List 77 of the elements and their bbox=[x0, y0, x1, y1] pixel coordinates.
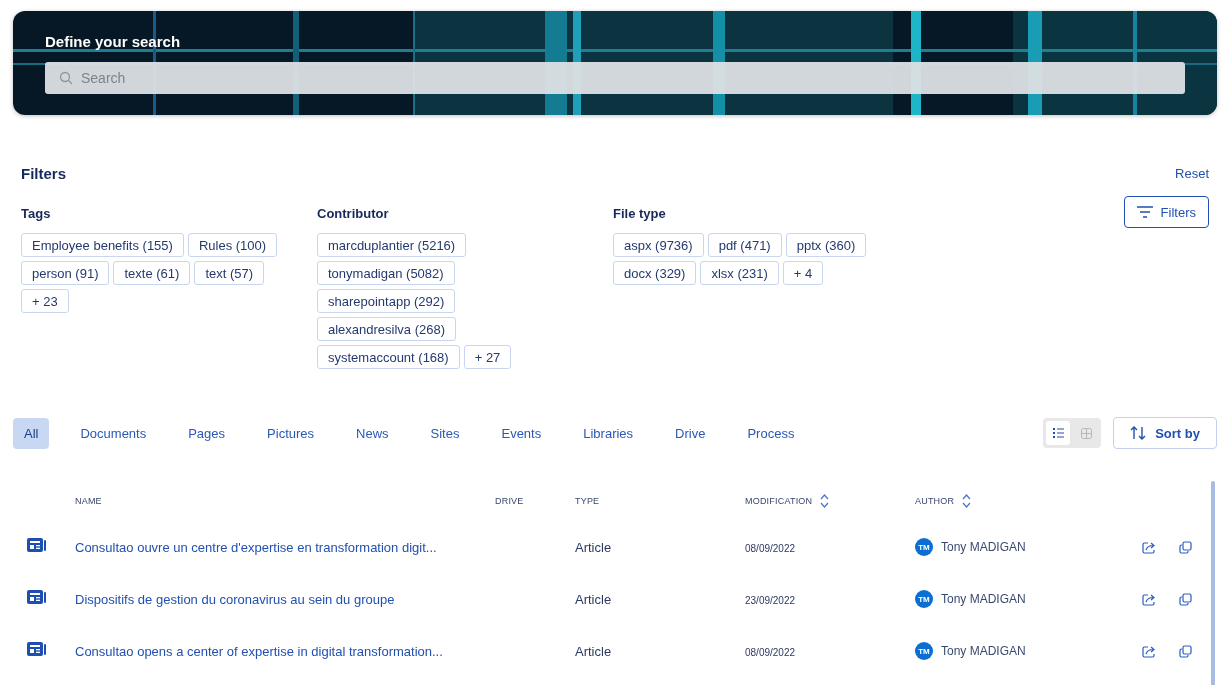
filter-chip[interactable]: pdf (471) bbox=[707, 233, 782, 257]
author-name: Tony MADIGAN bbox=[941, 540, 1026, 554]
document-link[interactable]: Dispositifs de gestion du coronavirus au sein du groupe bbox=[75, 592, 395, 607]
document-link[interactable]: Consultao ouvre un centre d'expertise en transformation digit... bbox=[75, 540, 437, 555]
table-cell: Article bbox=[575, 592, 612, 607]
share-icon bbox=[1141, 592, 1156, 606]
tab[interactable]: Libraries bbox=[572, 417, 645, 449]
search-field[interactable]: Search bbox=[45, 62, 1185, 94]
reset-link[interactable]: Reset bbox=[1175, 166, 1209, 181]
filters-heading: Filters bbox=[21, 165, 66, 182]
column-header: MODIFICATION bbox=[745, 496, 813, 506]
filter-chip[interactable]: text (57) bbox=[194, 261, 265, 285]
filter-chip[interactable]: Employee benefits (155) bbox=[21, 233, 184, 257]
search-title: Define your search bbox=[45, 33, 182, 50]
filter-chip[interactable]: systemaccount (168) bbox=[317, 345, 460, 369]
filter-group-title: File type bbox=[613, 206, 667, 221]
table-cell: 08/09/2022 bbox=[745, 543, 796, 554]
table-cell: Article bbox=[575, 540, 612, 555]
copy-button[interactable] bbox=[1177, 590, 1194, 608]
sort-button[interactable]: Sort by bbox=[1113, 417, 1217, 449]
sort-arrows-icon bbox=[820, 494, 830, 508]
table-cell: 08/09/2022 bbox=[745, 647, 796, 658]
filter-group-title: Contributor bbox=[317, 206, 390, 221]
column-header: TYPE bbox=[575, 496, 600, 506]
tab[interactable]: Documents bbox=[69, 417, 158, 449]
filter-chip[interactable]: Rules (100) bbox=[187, 233, 278, 257]
author-name: Tony MADIGAN bbox=[941, 592, 1026, 606]
share-icon bbox=[1141, 644, 1156, 658]
tab[interactable]: Process bbox=[736, 417, 806, 449]
filter-chip[interactable]: texte (61) bbox=[113, 261, 191, 285]
sort-icon bbox=[1130, 426, 1148, 440]
author-name: Tony MADIGAN bbox=[941, 644, 1026, 658]
filter-group-title: Tags bbox=[21, 206, 52, 221]
document-link[interactable]: Consultao opens a center of expertise in digital transformation... bbox=[75, 644, 443, 659]
column-header: NAME bbox=[75, 496, 102, 506]
list-icon bbox=[1052, 428, 1064, 438]
filter-chip[interactable]: xlsx (231) bbox=[700, 261, 779, 285]
filter-chip[interactable]: marcduplantier (5216) bbox=[317, 233, 467, 257]
sort-arrows-icon bbox=[962, 494, 972, 508]
filter-chip[interactable]: + 23 bbox=[21, 289, 69, 313]
filter-chip[interactable]: aspx (9736) bbox=[613, 233, 704, 257]
column-header: DRIVE bbox=[495, 496, 524, 506]
share-icon bbox=[1141, 540, 1156, 554]
filter-chip[interactable]: pptx (360) bbox=[785, 233, 867, 257]
news-icon bbox=[27, 642, 46, 656]
copy-icon bbox=[1179, 592, 1192, 606]
tab[interactable]: Events bbox=[490, 417, 553, 449]
copy-icon bbox=[1179, 644, 1192, 658]
table-cell: Article bbox=[575, 644, 612, 659]
avatar: TM bbox=[915, 538, 933, 556]
copy-button[interactable] bbox=[1177, 642, 1194, 660]
filter-chip[interactable]: person (91) bbox=[21, 261, 110, 285]
tab[interactable]: Drive bbox=[664, 417, 717, 449]
filter-chip[interactable]: tonymadigan (5082) bbox=[317, 261, 455, 285]
search-icon bbox=[59, 71, 73, 85]
filter-chip[interactable]: alexandresilva (268) bbox=[317, 317, 457, 341]
filters-button[interactable]: Filters bbox=[1123, 196, 1209, 228]
tab[interactable]: News bbox=[345, 417, 400, 449]
copy-button[interactable] bbox=[1177, 538, 1194, 556]
grid-icon bbox=[1080, 427, 1092, 439]
column-header: AUTHOR bbox=[915, 496, 955, 506]
news-icon bbox=[27, 538, 46, 552]
copy-icon bbox=[1179, 540, 1192, 554]
filter-chip[interactable]: + 27 bbox=[463, 345, 512, 369]
tab[interactable]: Pages bbox=[177, 417, 237, 449]
tab[interactable]: All bbox=[13, 417, 50, 449]
news-icon bbox=[27, 590, 46, 604]
scrollbar[interactable] bbox=[1211, 481, 1215, 685]
table-cell: 23/09/2022 bbox=[745, 595, 796, 606]
filter-chip[interactable]: sharepointapp (292) bbox=[317, 289, 456, 313]
filter-icon bbox=[1136, 206, 1153, 218]
filter-chip[interactable]: + 4 bbox=[782, 261, 824, 285]
avatar: TM bbox=[915, 590, 933, 608]
avatar: TM bbox=[915, 642, 933, 660]
tab[interactable]: Sites bbox=[419, 417, 471, 449]
filter-chip[interactable]: docx (329) bbox=[613, 261, 697, 285]
tab[interactable]: Pictures bbox=[256, 417, 326, 449]
